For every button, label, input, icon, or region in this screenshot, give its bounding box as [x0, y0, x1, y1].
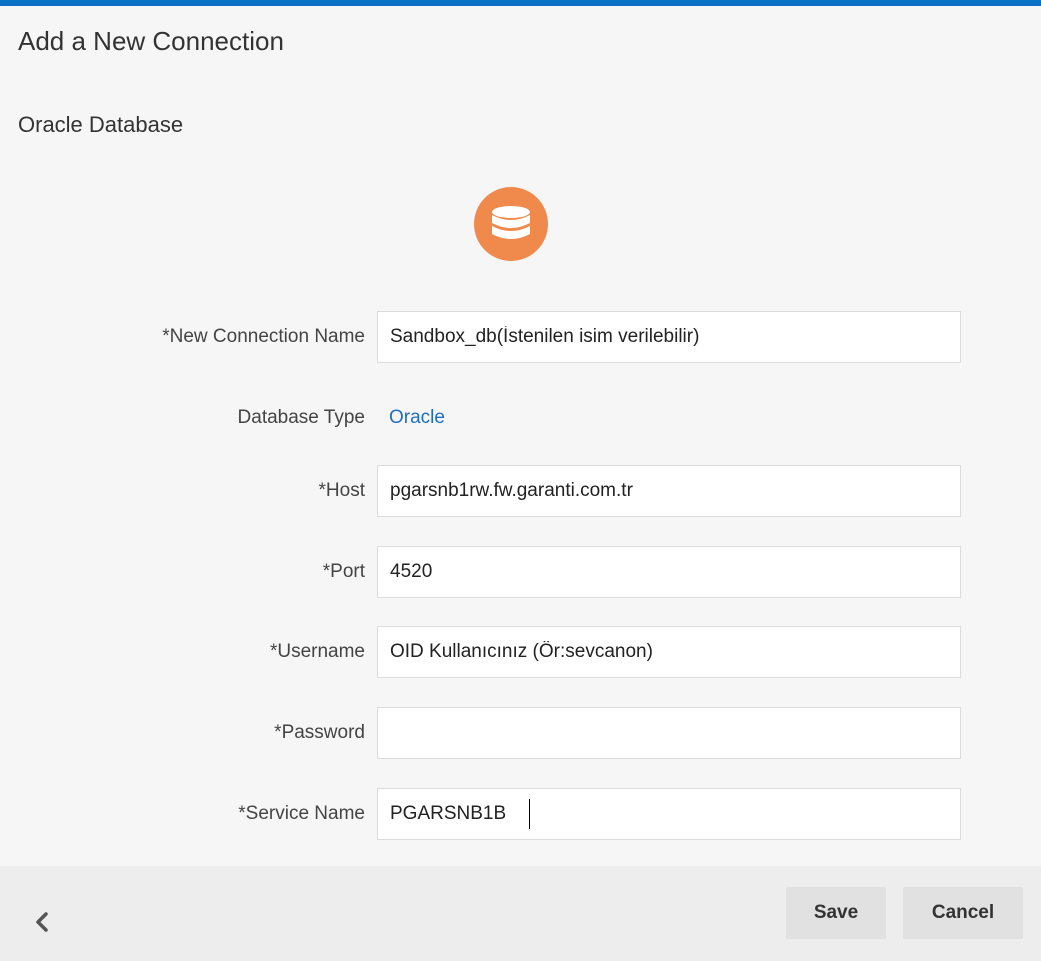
- service-name-input[interactable]: [377, 788, 961, 840]
- service-name-label: *Service Name: [238, 803, 365, 824]
- database-icon-glyph: [492, 206, 530, 239]
- service-name-row: *Service Name: [0, 788, 1041, 840]
- dialog-title: Add a New Connection: [18, 26, 284, 56]
- connection-name-row: *New Connection Name: [0, 311, 1041, 363]
- port-label: *Port: [322, 561, 365, 582]
- text-cursor: [529, 799, 530, 829]
- username-row: *Username: [0, 626, 1041, 678]
- port-input[interactable]: [377, 546, 961, 598]
- cancel-button[interactable]: Cancel: [903, 887, 1023, 939]
- back-button[interactable]: [24, 902, 64, 942]
- accent-bar: [0, 0, 1041, 6]
- chevron-left-icon: [36, 912, 48, 932]
- database-icon: [474, 187, 548, 261]
- username-input[interactable]: [377, 626, 961, 678]
- database-type-value[interactable]: Oracle: [389, 392, 445, 444]
- password-row: *Password: [0, 707, 1041, 759]
- connection-name-input[interactable]: [377, 311, 961, 363]
- database-subtitle: Oracle Database: [18, 112, 184, 137]
- port-row: *Port: [0, 546, 1041, 598]
- add-connection-dialog: Add a New Connection Oracle Database *Ne…: [0, 0, 1041, 961]
- save-button[interactable]: Save: [786, 887, 886, 939]
- database-type-row: Database Type Oracle: [0, 392, 1041, 444]
- connection-name-label: *New Connection Name: [162, 326, 365, 347]
- username-label: *Username: [269, 641, 365, 662]
- dialog-footer: Save Cancel: [0, 866, 1041, 961]
- host-label: *Host: [318, 480, 365, 501]
- password-label: *Password: [274, 722, 365, 743]
- host-input[interactable]: [377, 465, 961, 517]
- password-input[interactable]: [377, 707, 961, 759]
- host-row: *Host: [0, 465, 1041, 517]
- database-type-label: Database Type: [237, 407, 365, 428]
